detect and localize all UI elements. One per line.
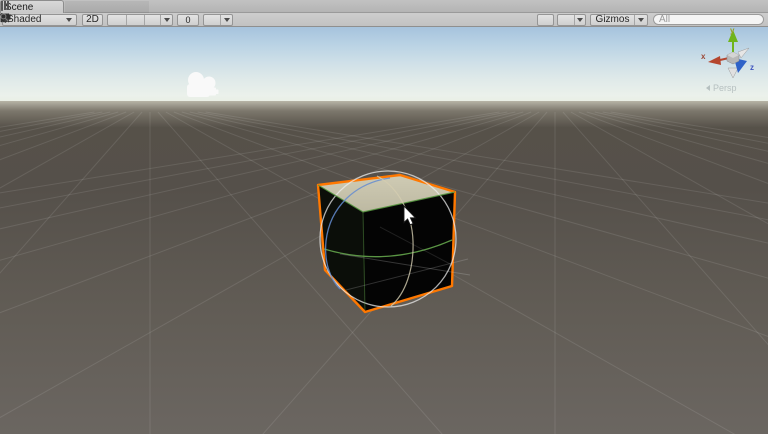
grid-snap-group — [203, 14, 233, 26]
chevron-down-icon — [164, 18, 170, 22]
component-tools-button[interactable] — [537, 14, 554, 26]
camera-settings-group — [557, 14, 586, 26]
draw-mode-dropdown[interactable]: Shaded — [2, 14, 77, 26]
view-options-group — [107, 14, 173, 26]
scene-lighting-toggle[interactable] — [108, 15, 126, 25]
scene-audio-toggle[interactable] — [126, 15, 144, 25]
scene-effects-toggle[interactable] — [144, 15, 160, 25]
chevron-down-icon — [638, 18, 644, 22]
projection-label: Persp — [713, 83, 737, 93]
window-menu-icon[interactable] — [0, 1, 4, 12]
cube-right-face[interactable] — [363, 192, 455, 312]
axis-x-cone[interactable] — [708, 56, 721, 65]
chevron-down-icon — [577, 18, 583, 22]
axis-y-label: y — [730, 27, 734, 35]
axis-neg-cone[interactable] — [738, 48, 749, 58]
axis-neg-cone[interactable] — [728, 68, 738, 78]
unity-scene-window: Scene Shaded 2D — [0, 0, 768, 434]
gizmos-label: Gizmos — [591, 15, 634, 25]
tab-dock-area — [65, 1, 149, 13]
chevron-down-icon — [66, 18, 72, 22]
search-box[interactable] — [653, 14, 764, 25]
gizmos-dropdown[interactable]: Gizmos — [590, 14, 648, 26]
camera-settings-dropdown[interactable] — [574, 15, 585, 25]
hidden-objects-button[interactable]: 0 — [177, 14, 199, 26]
orientation-gizmo[interactable] — [701, 28, 765, 86]
hidden-objects-count: 0 — [185, 15, 190, 25]
scene-view-toolbar: Shaded 2D — [0, 13, 768, 27]
chevron-left-icon — [706, 85, 710, 91]
scene-camera-settings-button[interactable] — [558, 15, 574, 25]
search-input[interactable] — [659, 14, 743, 25]
draw-mode-label: Shaded — [7, 14, 41, 25]
toggle-2d-button[interactable]: 2D — [82, 14, 103, 26]
chevron-down-icon — [224, 18, 230, 22]
grid-snap-dropdown[interactable] — [220, 15, 232, 25]
scene-viewport[interactable]: y x z Persp — [0, 27, 768, 434]
toggle-2d-label: 2D — [86, 14, 99, 25]
selected-cube[interactable] — [0, 27, 768, 434]
tab-strip: Scene — [0, 0, 768, 13]
magnifier-icon — [0, 13, 9, 22]
tab-scene-label: Scene — [5, 2, 33, 13]
tab-scene[interactable]: Scene — [0, 0, 64, 13]
axis-x-label: x — [701, 53, 705, 61]
grid-visibility-button[interactable] — [204, 15, 220, 25]
gizmos-caret[interactable] — [634, 15, 647, 25]
projection-toggle[interactable]: Persp — [706, 83, 737, 93]
axis-z-label: z — [750, 64, 754, 72]
effects-dropdown[interactable] — [160, 15, 172, 25]
